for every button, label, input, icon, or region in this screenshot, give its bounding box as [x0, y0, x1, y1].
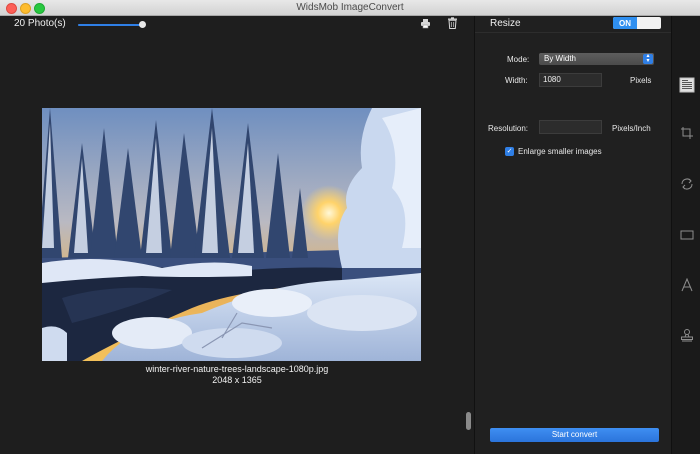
preview-panel: 20 Photo(s) winter-river-nature-trees-la… [0, 16, 474, 454]
mode-label: Mode: [507, 55, 530, 64]
enlarge-label: Enlarge smaller images [518, 147, 602, 156]
file-dimensions: 2048 x 1365 [212, 375, 262, 385]
trash-icon[interactable] [446, 17, 458, 29]
scrollbar-thumb[interactable] [466, 412, 471, 430]
photo-count: 20 Photo(s) [14, 18, 66, 29]
zoom-slider-knob[interactable] [139, 21, 147, 28]
title-bar: WidsMob ImageConvert [0, 0, 700, 16]
width-input[interactable]: 1080 [539, 73, 602, 87]
width-unit: Pixels [630, 76, 652, 85]
crop-icon[interactable] [679, 125, 695, 141]
chevron-updown-icon: ▴ ▾ [643, 53, 653, 64]
resolution-unit: Pixels/Inch [612, 124, 651, 133]
toggle-on-label: ON [613, 17, 637, 29]
tool-sidebar [671, 16, 700, 454]
enlarge-checkbox[interactable]: ✓ [505, 147, 514, 156]
mode-dropdown[interactable]: By Width ▴ ▾ [539, 53, 654, 65]
watermark-icon[interactable] [679, 277, 695, 293]
resolution-label: Resolution: [488, 124, 529, 133]
resize-title: Resize [490, 18, 521, 29]
photo-preview[interactable] [42, 108, 421, 361]
start-convert-button[interactable]: Start convert [490, 428, 659, 442]
zoom-slider-fill [78, 24, 143, 26]
resize-icon[interactable] [679, 77, 695, 93]
file-name: winter-river-nature-trees-landscape-1080… [145, 364, 329, 374]
stamp-icon[interactable] [679, 327, 695, 343]
resize-panel: Resize ON Mode: By Width ▴ ▾ Width: 1080 … [475, 16, 671, 454]
width-label: Width: [505, 76, 528, 85]
rotate-icon[interactable] [679, 176, 695, 192]
header-separator [475, 32, 671, 33]
mode-value: By Width [544, 54, 577, 63]
resize-toggle[interactable]: ON [613, 17, 661, 29]
window-title: WidsMob ImageConvert [296, 2, 404, 13]
border-icon[interactable] [679, 227, 695, 243]
resolution-input[interactable] [539, 120, 602, 134]
zoom-slider[interactable] [78, 21, 147, 28]
print-icon[interactable] [419, 17, 431, 29]
